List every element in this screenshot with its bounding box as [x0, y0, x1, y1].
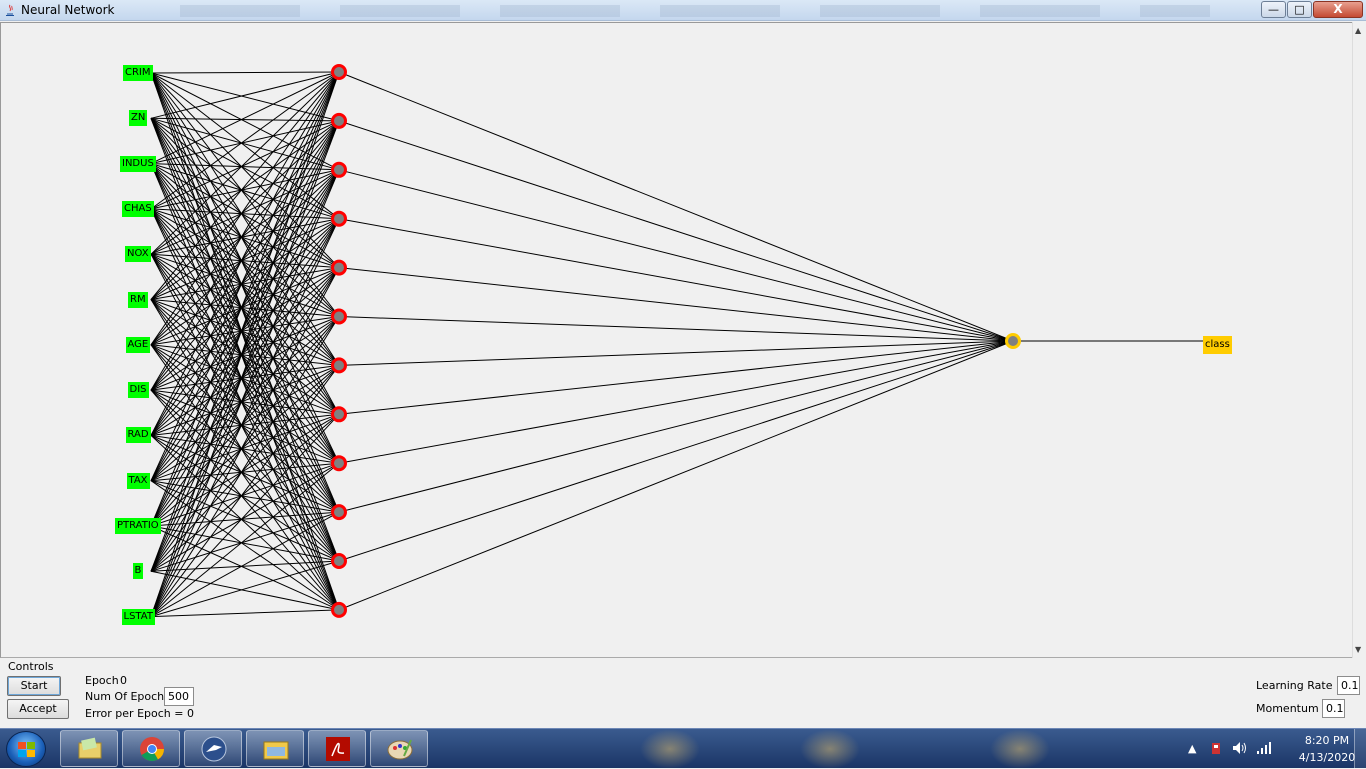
taskbar-app-chrome[interactable]: [122, 730, 180, 767]
chrome-icon: [140, 737, 164, 762]
hidden-output-edge: [338, 120, 1014, 342]
signal-icon[interactable]: [1256, 742, 1272, 754]
start-button-orb[interactable]: [6, 731, 46, 767]
clock-date[interactable]: 4/13/2020: [1292, 751, 1362, 764]
hidden-output-edge: [338, 218, 1014, 342]
input-hidden-edge: [150, 525, 340, 611]
taskbar-app-explorer[interactable]: [246, 730, 304, 767]
input-hidden-edge: [150, 71, 340, 74]
explorer-icon: [263, 741, 289, 760]
input-node-age[interactable]: AGE: [125, 336, 151, 353]
hidden-output-edge: [338, 340, 1014, 611]
hidden-node[interactable]: [331, 64, 347, 80]
input-node-ptratio[interactable]: PTRATIO: [115, 518, 161, 534]
taskbar-app-paint[interactable]: [370, 730, 428, 767]
start-button[interactable]: Start: [7, 676, 61, 696]
learning-rate-label: Learning Rate =: [1256, 679, 1346, 692]
hidden-output-edge: [338, 316, 1014, 342]
input-node-nox[interactable]: NOX: [125, 246, 151, 263]
hidden-node[interactable]: [331, 406, 347, 423]
taskbar: ▲ 8:20 PM 4/13/2020: [0, 728, 1366, 769]
system-tray: ▲ 8:20 PM 4/13/2020: [1180, 729, 1366, 769]
hidden-node[interactable]: [331, 601, 347, 618]
input-node-rad[interactable]: RAD: [125, 427, 151, 444]
taskbar-app-eagle[interactable]: [184, 730, 242, 767]
input-node-rm[interactable]: RM: [128, 291, 148, 308]
hidden-node[interactable]: [331, 210, 347, 227]
scroll-up-icon[interactable]: ▲: [1355, 26, 1361, 35]
hidden-node[interactable]: [331, 259, 347, 276]
input-hidden-edge: [150, 435, 340, 611]
maximize-button[interactable]: □: [1287, 1, 1312, 18]
epoch-label: Epoch: [85, 674, 119, 687]
scroll-down-icon[interactable]: ▼: [1355, 645, 1361, 654]
hidden-node[interactable]: [331, 308, 347, 325]
learning-rate-input[interactable]: 0.1: [1337, 676, 1360, 695]
taskbar-app-pdf[interactable]: [308, 730, 366, 767]
input-node-lstat[interactable]: LSTAT: [121, 608, 155, 625]
input-node-dis[interactable]: DIS: [127, 382, 149, 399]
network-alert-icon[interactable]: [1210, 740, 1224, 756]
input-hidden-edge: [150, 71, 340, 165]
hidden-output-edge: [338, 169, 1014, 342]
network-canvas: CRIM ZN INDUS CHAS NOX RM AGE DIS RAD TAX PTRATIO B…: [0, 22, 1366, 658]
maximize-icon: □: [1294, 3, 1305, 16]
hidden-node[interactable]: [331, 455, 347, 472]
window-title: Neural Network: [21, 3, 115, 17]
minimize-button[interactable]: —: [1261, 1, 1286, 18]
taskbar-app-folder[interactable]: [60, 730, 118, 767]
hidden-output-edge: [338, 71, 1014, 342]
hidden-output-edge: [338, 267, 1014, 342]
hidden-node[interactable]: [331, 161, 347, 178]
volume-icon[interactable]: [1232, 741, 1248, 755]
clock-time[interactable]: 8:20 PM: [1292, 734, 1362, 747]
input-node-tax[interactable]: TAX: [126, 472, 150, 489]
hidden-output-edge: [338, 340, 1014, 464]
hidden-node[interactable]: [331, 504, 347, 521]
hidden-node[interactable]: [331, 112, 347, 129]
error-per-epoch: Error per Epoch = 0: [85, 707, 194, 720]
eagle-icon: [201, 736, 227, 762]
show-desktop-button[interactable]: [1354, 729, 1366, 769]
hidden-output-edge: [338, 340, 1014, 366]
controls-caption: Controls: [8, 660, 54, 673]
input-node-zn[interactable]: ZN: [129, 110, 148, 127]
hidden-output-edge: [338, 340, 1014, 562]
close-icon: X: [1333, 2, 1343, 16]
output-node-label[interactable]: class: [1203, 336, 1232, 354]
windows-flag-icon: [18, 742, 35, 757]
input-hidden-edge: [150, 609, 340, 618]
close-button[interactable]: X: [1313, 1, 1363, 18]
vertical-scrollbar[interactable]: ▲ ▼: [1352, 22, 1366, 658]
title-bar: Neural Network — □ X: [0, 0, 1366, 21]
input-node-crim[interactable]: CRIM: [123, 65, 153, 81]
num-epochs-input[interactable]: 500: [164, 687, 194, 706]
minimize-icon: —: [1268, 3, 1279, 16]
accept-button[interactable]: Accept: [7, 699, 69, 719]
input-node-chas[interactable]: CHAS: [122, 200, 154, 217]
paint-icon: [387, 739, 413, 760]
momentum-input[interactable]: 0.1: [1322, 699, 1345, 718]
pdf-icon: [326, 737, 350, 761]
show-hidden-icon[interactable]: ▲: [1188, 742, 1196, 755]
input-node-b[interactable]: B: [132, 563, 144, 580]
hidden-output-edge: [338, 340, 1014, 415]
hidden-node[interactable]: [331, 357, 347, 374]
hidden-output-edge: [338, 340, 1014, 513]
folder-icon: [78, 737, 102, 759]
hidden-node[interactable]: [331, 553, 347, 569]
momentum-label: Momentum =: [1256, 702, 1332, 715]
controls-panel: Controls Start Accept Epoch 0 Num Of Epo…: [0, 659, 1366, 727]
java-icon: [6, 4, 14, 16]
output-node[interactable]: [1005, 333, 1021, 349]
num-epochs-label: Num Of Epochs: [85, 690, 170, 703]
input-node-indus[interactable]: INDUS: [120, 155, 156, 172]
background-taskbar-ghost: [180, 5, 1210, 17]
epoch-value: 0: [120, 674, 127, 687]
network-diagram: [150, 64, 1206, 618]
